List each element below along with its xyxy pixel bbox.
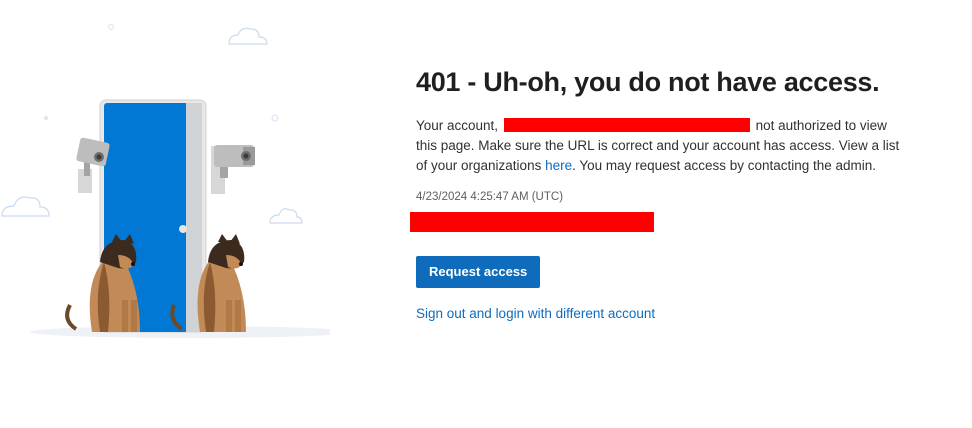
message-end: . You may request access by contacting t… — [572, 158, 877, 173]
organizations-link[interactable]: here — [545, 158, 572, 173]
error-message: Your account, not authorized to view thi… — [416, 116, 908, 176]
cloud-icon — [228, 27, 268, 45]
sign-out-link[interactable]: Sign out and login with different accoun… — [416, 306, 916, 321]
redacted-account — [503, 118, 750, 132]
cloud-icon — [1, 196, 50, 217]
redacted-details — [410, 212, 654, 232]
error-content: 401 - Uh-oh, you do not have access. You… — [410, 66, 916, 321]
access-denied-illustration — [1, 24, 330, 338]
cloud-icon — [269, 208, 303, 224]
door-knob — [179, 225, 187, 233]
request-access-button[interactable]: Request access — [416, 256, 541, 288]
page-title: 401 - Uh-oh, you do not have access. — [416, 67, 880, 97]
timestamp: 4/23/2024 4:25:47 AM (UTC) — [416, 191, 564, 203]
security-camera-icon — [211, 145, 255, 194]
message-prefix: Your account, — [416, 118, 499, 133]
